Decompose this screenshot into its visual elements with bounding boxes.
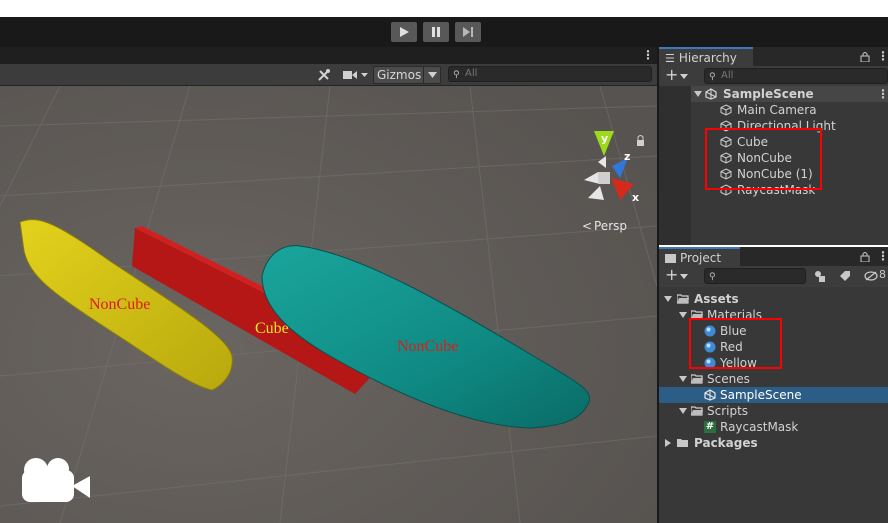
scene-tab-bar: ⋮ [0, 47, 657, 64]
open-folder-icon [691, 374, 703, 384]
hierarchy-tab-label: Hierarchy [678, 51, 737, 65]
gizmos-dropdown[interactable]: Gizmos [373, 66, 441, 84]
search-icon: ⚲ [453, 70, 460, 80]
project-more-icon[interactable]: ⋮ [877, 249, 888, 263]
collapse-arrow-icon[interactable] [665, 439, 671, 447]
project-tab-label: Project [680, 251, 722, 265]
tree-item-label: Scenes [707, 372, 750, 386]
gizmos-divider [423, 67, 424, 83]
tools-icon[interactable] [316, 67, 332, 83]
add-icon[interactable]: + [665, 65, 678, 84]
scene-viewport[interactable]: NonCube Cube NonCube y z x < Persp [0, 86, 657, 523]
scene-search-input[interactable]: ⚲ All [448, 66, 652, 82]
hidden-eye-icon[interactable] [864, 271, 878, 281]
unity-scene-icon [705, 88, 717, 100]
persp-arrow-icon: < [582, 219, 592, 233]
expand-arrow-icon[interactable] [664, 296, 672, 302]
step-icon [463, 27, 473, 37]
hierarchy-gutter [659, 86, 691, 245]
scene-view-panel: ⋮ Gizmos ⚲ All NonCube Cube NonCube y z … [0, 47, 657, 523]
tree-item-label: Packages [694, 436, 758, 450]
tab-hierarchy[interactable]: ☰ Hierarchy [659, 47, 753, 66]
step-button[interactable] [455, 22, 481, 42]
tree-item-samplescene-selected[interactable]: SampleScene [659, 387, 888, 403]
folder-icon [677, 439, 688, 447]
play-icon [400, 27, 409, 37]
pause-icon [432, 27, 440, 37]
camera-icon[interactable] [343, 69, 369, 81]
search-icon: ⚲ [709, 272, 716, 282]
scene-canvas: NonCube Cube NonCube y z x < Persp [0, 86, 657, 523]
chevron-down-icon[interactable] [680, 274, 688, 279]
hierarchy-toolbar: + ⚲ All [659, 65, 888, 86]
open-folder-icon [677, 294, 689, 304]
tab-project[interactable]: Project [659, 247, 740, 266]
yellow-noncube-label: NonCube [89, 296, 150, 313]
play-button[interactable] [391, 22, 417, 42]
lock-icon[interactable] [860, 251, 870, 262]
tree-item-label: SampleScene [720, 388, 802, 402]
scene-name: SampleScene [723, 87, 814, 101]
open-folder-icon [691, 406, 703, 416]
expand-arrow-icon[interactable] [694, 91, 702, 97]
hierarchy-list-icon: ☰ [665, 52, 675, 65]
hierarchy-item-label: Main Camera [737, 103, 817, 117]
scene-search-placeholder: All [465, 68, 478, 79]
tree-item-label: Scripts [707, 404, 749, 418]
gizmo-center-cube[interactable] [598, 172, 610, 184]
scene-toolbar: Gizmos ⚲ All [0, 64, 657, 86]
gizmo-z-label: z [624, 150, 630, 163]
csharp-script-icon: # [704, 421, 716, 433]
lock-icon[interactable] [860, 51, 870, 62]
gizmos-label: Gizmos [377, 68, 422, 82]
tree-item-raycastmask-script[interactable]: # RaycastMask [659, 419, 888, 435]
highlight-box-materials [689, 318, 782, 369]
teal-noncube-label: NonCube [397, 338, 458, 355]
unity-scene-icon [704, 389, 716, 401]
chevron-down-icon [428, 72, 437, 78]
tree-item-label: Assets [694, 292, 739, 306]
scene-more-icon[interactable]: ⋮ [642, 48, 654, 62]
tree-item-assets[interactable]: Assets [659, 291, 888, 307]
expand-arrow-icon[interactable] [679, 376, 687, 382]
label-tag-icon[interactable] [839, 270, 851, 282]
project-panel: Project ⋮ + ⚲ 8 Assets Materials Blue Re… [659, 247, 888, 523]
project-toolbar: + ⚲ 8 [659, 265, 888, 287]
search-icon: ⚲ [709, 72, 716, 82]
tree-item-packages[interactable]: Packages [659, 435, 888, 451]
top-margin [0, 0, 888, 17]
gizmo-x-label: x [632, 191, 639, 204]
expand-arrow-icon[interactable] [679, 312, 687, 318]
gameobject-icon [720, 104, 732, 116]
hierarchy-item-main-camera[interactable]: Main Camera [659, 102, 888, 118]
gizmo-y-label: y [601, 132, 608, 145]
tree-item-scripts[interactable]: Scripts [659, 403, 888, 419]
filter-by-type-icon[interactable] [813, 269, 827, 283]
project-search-input[interactable]: ⚲ [704, 268, 806, 284]
scene-more-icon[interactable]: ⋮ [877, 86, 888, 102]
folder-icon [665, 254, 676, 263]
hierarchy-search-placeholder: All [721, 70, 734, 81]
pause-button[interactable] [423, 22, 449, 42]
hierarchy-more-icon[interactable]: ⋮ [877, 49, 888, 63]
highlight-box-hierarchy [705, 128, 822, 190]
hierarchy-search-input[interactable]: ⚲ All [704, 68, 888, 84]
hidden-count: 8 [879, 268, 886, 281]
main-toolbar [0, 17, 888, 47]
tree-item-scenes[interactable]: Scenes [659, 371, 888, 387]
tree-item-label: RaycastMask [720, 420, 799, 434]
add-icon[interactable]: + [665, 265, 678, 284]
chevron-down-icon[interactable] [680, 74, 688, 79]
expand-arrow-icon[interactable] [679, 408, 687, 414]
scene-root-row[interactable]: SampleScene ⋮ [659, 86, 888, 102]
persp-label[interactable]: Persp [594, 219, 627, 233]
